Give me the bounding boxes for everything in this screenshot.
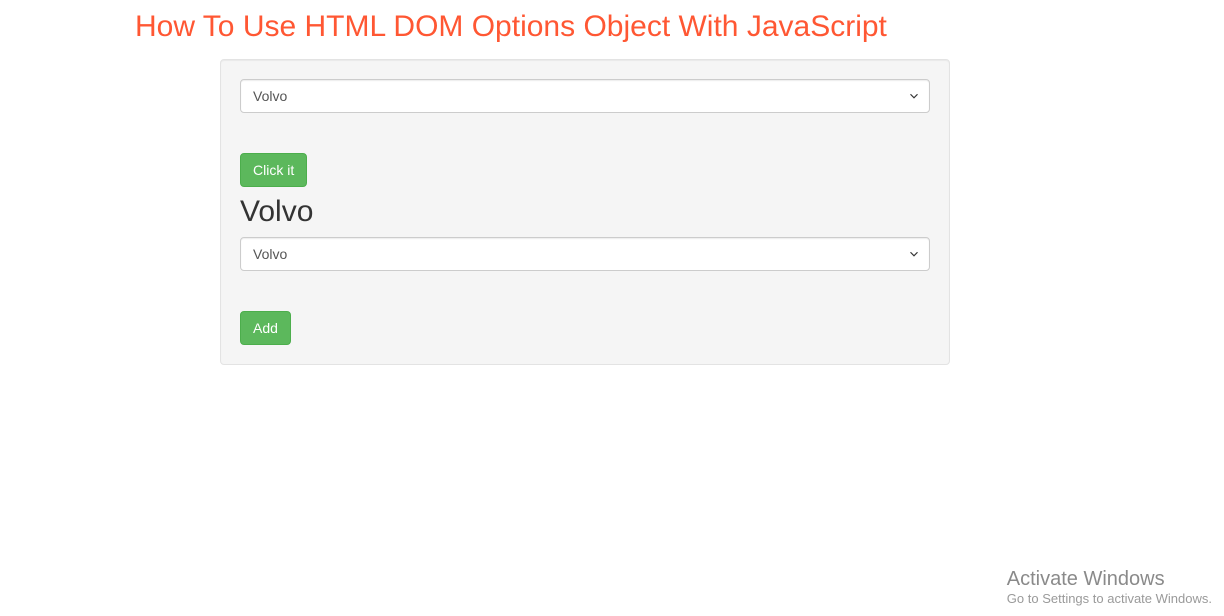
windows-activation-watermark: Activate Windows Go to Settings to activ… — [1007, 568, 1212, 606]
form-well: Volvo Click it Volvo Volvo Add — [220, 59, 950, 365]
click-it-button[interactable]: Click it — [240, 153, 307, 187]
result-output: Volvo — [240, 195, 930, 229]
page-title: How To Use HTML DOM Options Object With … — [135, 10, 1224, 44]
car-select-2[interactable]: Volvo — [240, 237, 930, 271]
add-button[interactable]: Add — [240, 311, 291, 345]
car-select-1[interactable]: Volvo — [240, 79, 930, 113]
watermark-title: Activate Windows — [1007, 568, 1212, 591]
watermark-subtitle: Go to Settings to activate Windows. — [1007, 591, 1212, 606]
